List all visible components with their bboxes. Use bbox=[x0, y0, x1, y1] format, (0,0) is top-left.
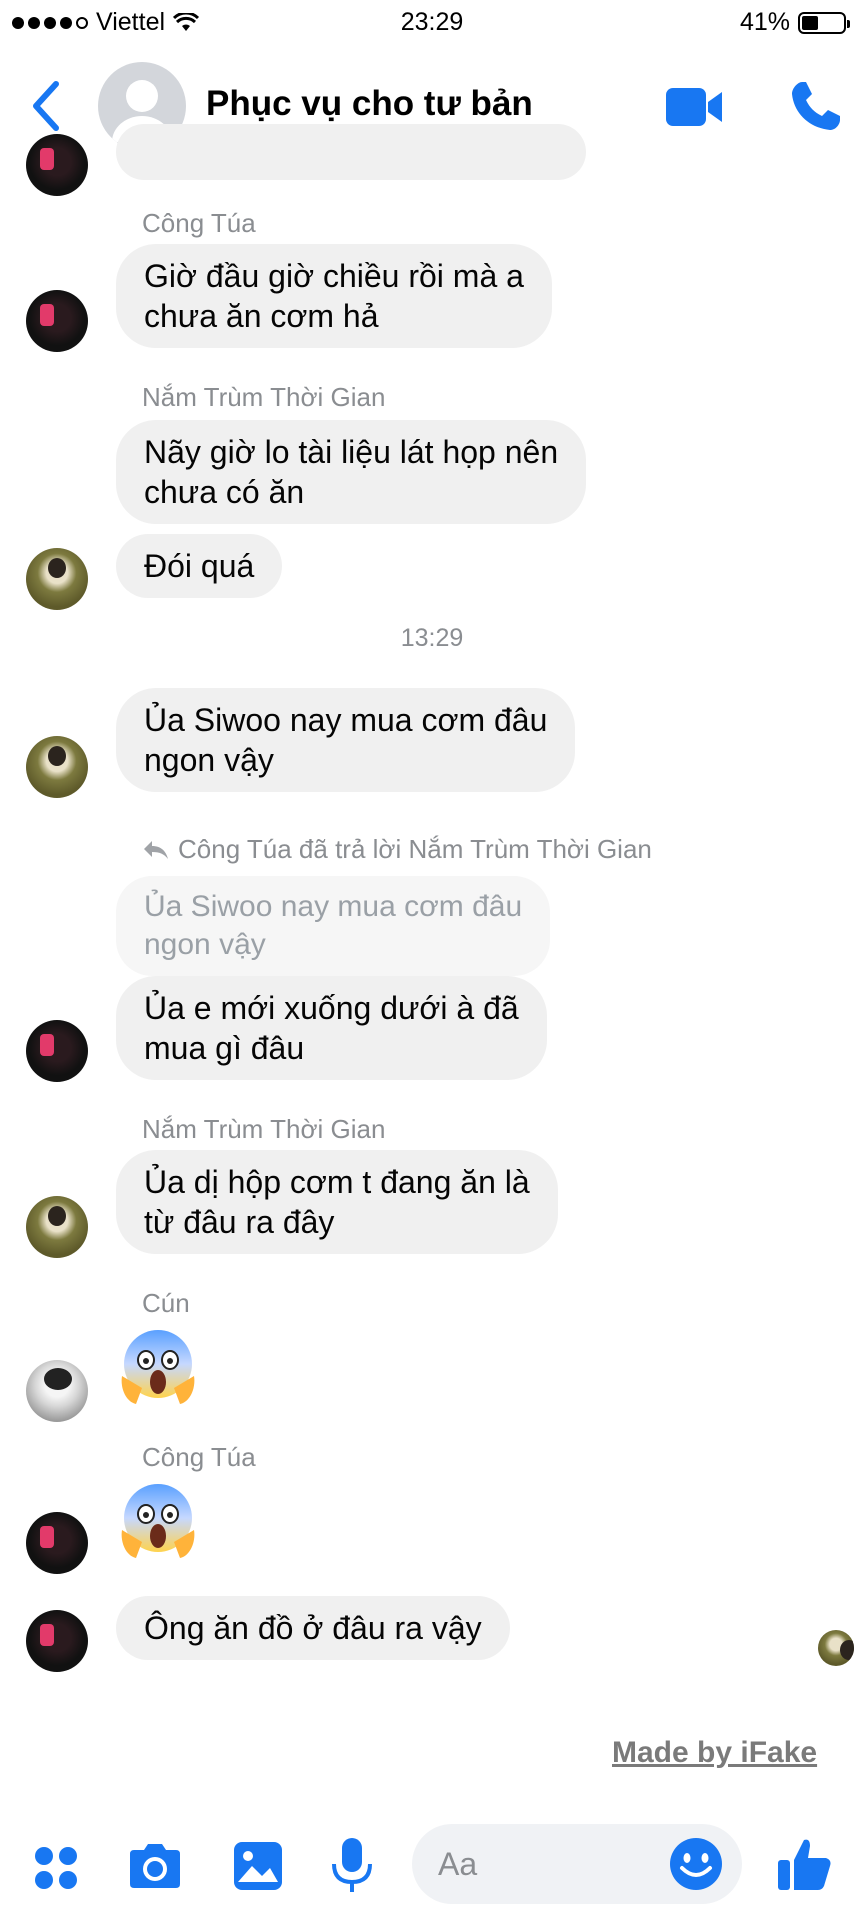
scream-emoji-icon[interactable] bbox=[116, 1324, 200, 1408]
sender-name: Cún bbox=[142, 1288, 190, 1318]
message-line: chưa ăn cơm hả bbox=[144, 298, 379, 334]
avatar-cun[interactable] bbox=[26, 1360, 88, 1422]
reply-header-text: Công Túa đã trả lời Nắm Trùm Thời Gian bbox=[178, 834, 652, 864]
message-line: Ủa dị hộp cơm t đang ăn là bbox=[144, 1164, 530, 1200]
timestamp: 13:29 bbox=[400, 624, 464, 652]
back-icon[interactable] bbox=[26, 78, 66, 134]
avatar-cong-tua[interactable] bbox=[26, 1610, 88, 1672]
avatar-cong-tua[interactable] bbox=[26, 290, 88, 352]
chat-title[interactable]: Phục vụ cho tư bản bbox=[206, 84, 533, 124]
clock: 23:29 bbox=[400, 8, 464, 36]
status-bar: Viettel 23:29 41% bbox=[0, 0, 864, 44]
composer-bar: Aa bbox=[0, 1814, 864, 1920]
message-line: Ủa e mới xuống dưới à đã bbox=[144, 990, 519, 1026]
message-line: Nãy giờ lo tài liệu lát họp nên bbox=[144, 434, 559, 470]
avatar-nam-trum[interactable] bbox=[26, 736, 88, 798]
like-icon[interactable] bbox=[774, 1834, 834, 1894]
avatar-nam-trum[interactable] bbox=[26, 1196, 88, 1258]
message-bubble[interactable]: Ông ăn đồ ở đâu ra vậy bbox=[116, 1596, 510, 1660]
quoted-line: Ủa Siwoo nay mua cơm đâu bbox=[144, 890, 523, 923]
message-bubble-partial[interactable] bbox=[116, 124, 586, 180]
message-bubble[interactable]: Ủa e mới xuống dưới à đã mua gì đâu bbox=[116, 976, 547, 1080]
message-input-placeholder: Aa bbox=[438, 1846, 478, 1882]
message-line: Ủa Siwoo nay mua cơm đâu bbox=[144, 702, 548, 738]
watermark: Made by iFake bbox=[612, 1736, 818, 1769]
reply-icon bbox=[144, 840, 168, 859]
message-line: Giờ đầu giờ chiều rồi mà a bbox=[144, 258, 524, 294]
avatar-cong-tua[interactable] bbox=[26, 1512, 88, 1574]
message-bubble[interactable]: Giờ đầu giờ chiều rồi mà a chưa ăn cơm h… bbox=[116, 244, 552, 348]
seen-receipt-avatar bbox=[818, 1630, 854, 1666]
message-line: Ông ăn đồ ở đâu ra vậy bbox=[144, 1610, 482, 1646]
battery-group: 41% bbox=[739, 8, 850, 37]
phone-icon[interactable] bbox=[788, 78, 844, 134]
microphone-icon[interactable] bbox=[330, 1836, 374, 1896]
quoted-message[interactable]: Ủa Siwoo nay mua cơm đâu ngon vậy bbox=[116, 876, 551, 976]
sender-name: Công Túa bbox=[142, 1442, 256, 1472]
message-line: mua gì đâu bbox=[144, 1030, 305, 1066]
message-bubble[interactable]: Nãy giờ lo tài liệu lát họp nên chưa có … bbox=[116, 420, 587, 524]
avatar-nam-trum[interactable] bbox=[26, 548, 88, 610]
sender-name: Công Túa bbox=[142, 208, 256, 238]
battery-percent: 41% bbox=[739, 8, 790, 36]
message-line: ngon vậy bbox=[144, 742, 274, 778]
message-bubble[interactable]: Ủa dị hộp cơm t đang ăn là từ đâu ra đây bbox=[116, 1150, 558, 1254]
sender-name: Nắm Trùm Thời Gian bbox=[142, 1114, 386, 1144]
apps-icon[interactable] bbox=[32, 1844, 80, 1892]
message-line: chưa có ăn bbox=[144, 474, 305, 510]
sender-name: Nắm Trùm Thời Gian bbox=[142, 382, 386, 412]
avatar-cong-tua[interactable] bbox=[26, 1020, 88, 1082]
battery-icon bbox=[798, 11, 850, 34]
message-line: Đói quá bbox=[144, 548, 255, 584]
emoji-icon[interactable] bbox=[668, 1836, 724, 1892]
message-bubble[interactable]: Ủa Siwoo nay mua cơm đâu ngon vậy bbox=[116, 688, 576, 792]
camera-icon[interactable] bbox=[126, 1840, 184, 1892]
gallery-icon[interactable] bbox=[232, 1840, 284, 1892]
quoted-line: ngon vậy bbox=[144, 928, 266, 961]
message-input[interactable]: Aa bbox=[412, 1824, 742, 1904]
video-call-icon[interactable] bbox=[664, 84, 724, 130]
avatar-partial bbox=[26, 134, 88, 196]
scream-emoji-icon[interactable] bbox=[116, 1478, 200, 1562]
message-line: từ đâu ra đây bbox=[144, 1204, 335, 1240]
message-bubble[interactable]: Đói quá bbox=[116, 534, 283, 598]
message-list[interactable]: Công Túa Giờ đầu giờ chiều rồi mà a chưa… bbox=[0, 124, 864, 1804]
reply-header: Công Túa đã trả lời Nắm Trùm Thời Gian bbox=[142, 834, 652, 865]
